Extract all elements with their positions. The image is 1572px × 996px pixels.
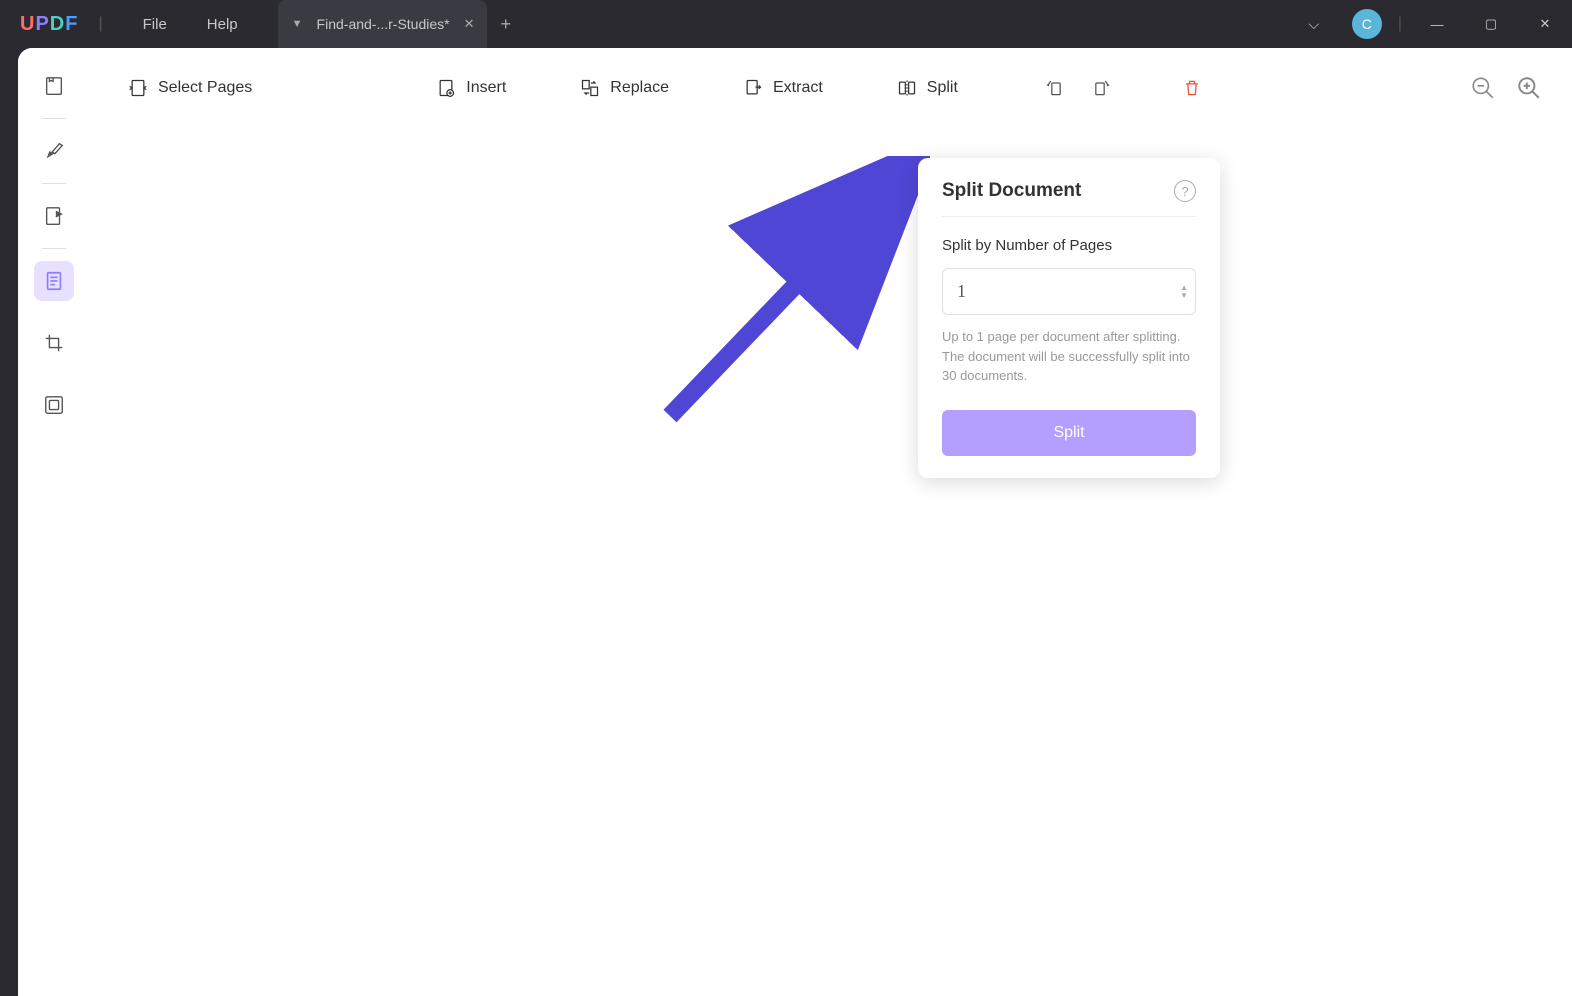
help-menu[interactable]: Help <box>187 16 258 33</box>
select-pages-button[interactable]: Select Pages <box>114 70 266 106</box>
extract-label: Extract <box>773 79 823 97</box>
help-icon[interactable]: ? <box>1174 180 1196 202</box>
file-menu[interactable]: File <box>123 16 187 33</box>
tab-area: ▼ Find-and-...r-Studies* ✕ + <box>278 0 511 48</box>
select-pages-label: Select Pages <box>158 79 252 97</box>
separator: | <box>1398 15 1402 33</box>
zoom-out-button[interactable] <box>1470 75 1496 101</box>
split-hint-text: Up to 1 page per document after splittin… <box>942 327 1196 386</box>
sidebar-organize[interactable] <box>34 261 74 301</box>
split-label: Split <box>927 79 958 97</box>
toolbar: Select Pages Insert Replace Extract Spli… <box>90 48 1572 128</box>
separator <box>42 183 66 184</box>
split-confirm-button[interactable]: Split <box>942 410 1196 456</box>
replace-button[interactable]: Replace <box>566 70 683 106</box>
sidebar-comment[interactable] <box>34 131 74 171</box>
rotate-left-button[interactable] <box>1038 70 1074 106</box>
app-logo: UPDF <box>20 13 78 36</box>
insert-label: Insert <box>466 79 506 97</box>
separator <box>42 248 66 249</box>
split-button[interactable]: Split <box>883 70 972 106</box>
sidebar <box>18 48 90 996</box>
number-spinner[interactable]: ▲▼ <box>1180 284 1188 300</box>
separator <box>42 118 66 119</box>
separator: | <box>98 15 102 33</box>
document-tab[interactable]: ▼ Find-and-...r-Studies* ✕ <box>278 0 487 48</box>
add-tab-button[interactable]: + <box>501 14 512 35</box>
split-panel-title: Split Document <box>942 180 1081 202</box>
replace-label: Replace <box>610 79 669 97</box>
sidebar-tools[interactable] <box>34 385 74 425</box>
thumbnail-grid <box>90 128 1572 996</box>
chevron-down-icon[interactable]: ⌵ <box>1292 0 1336 48</box>
tab-title: Find-and-...r-Studies* <box>317 16 450 32</box>
insert-button[interactable]: Insert <box>422 70 520 106</box>
sidebar-crop[interactable] <box>34 323 74 363</box>
sidebar-edit[interactable] <box>34 196 74 236</box>
minimize-button[interactable]: — <box>1410 0 1464 48</box>
split-by-label: Split by Number of Pages <box>942 237 1196 254</box>
main-area: Select Pages Insert Replace Extract Spli… <box>90 48 1572 996</box>
delete-button[interactable] <box>1174 70 1210 106</box>
rotate-right-button[interactable] <box>1082 70 1118 106</box>
content-area: Select Pages Insert Replace Extract Spli… <box>18 48 1572 996</box>
split-document-panel: Split Document ? Split by Number of Page… <box>918 158 1220 478</box>
tab-dropdown-icon[interactable]: ▼ <box>292 18 303 30</box>
zoom-in-button[interactable] <box>1516 75 1542 101</box>
close-icon[interactable]: ✕ <box>464 16 475 32</box>
separator <box>942 216 1196 217</box>
titlebar: UPDF | File Help ▼ Find-and-...r-Studies… <box>0 0 1572 48</box>
user-avatar[interactable]: C <box>1352 9 1382 39</box>
window-controls: ⌵ C | — ▢ ✕ <box>1292 0 1572 48</box>
extract-button[interactable]: Extract <box>729 70 837 106</box>
close-button[interactable]: ✕ <box>1518 0 1572 48</box>
maximize-button[interactable]: ▢ <box>1464 0 1518 48</box>
pages-count-input[interactable] <box>942 268 1196 315</box>
sidebar-thumbnails[interactable] <box>34 66 74 106</box>
